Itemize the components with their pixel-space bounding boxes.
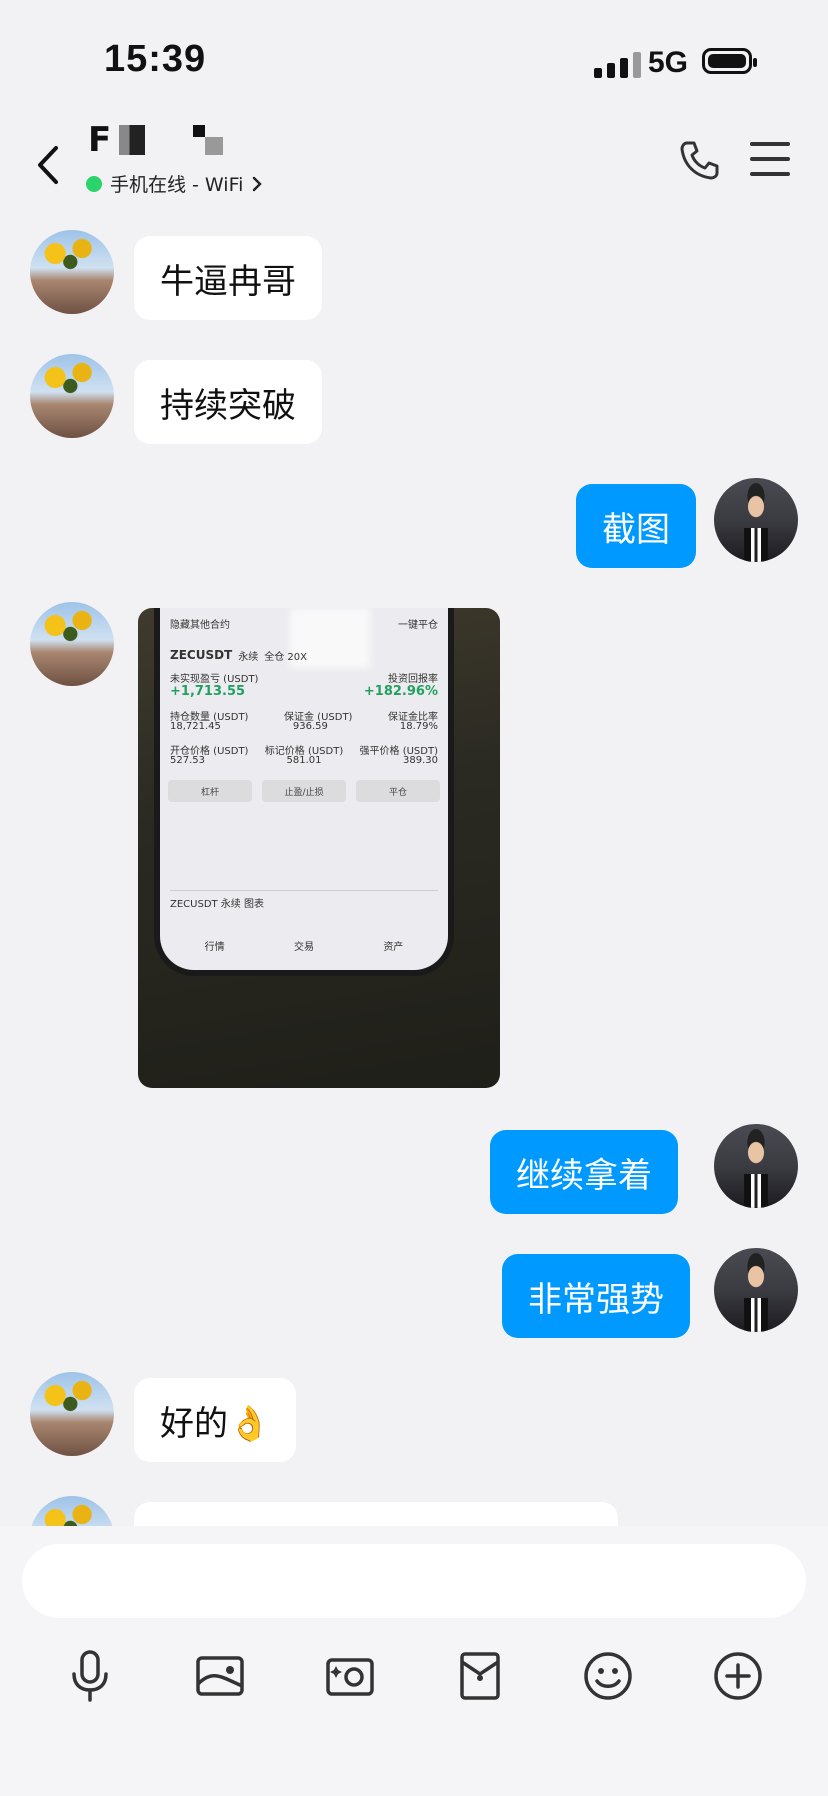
avatar[interactable]	[30, 1372, 114, 1456]
screenshot-text: 隐藏其他合约	[170, 620, 230, 631]
network-type: 5G	[648, 46, 689, 79]
screenshot-text: 未实现盈亏 (USDT)	[170, 674, 259, 685]
emoji-icon[interactable]	[578, 1646, 638, 1706]
camera-icon[interactable]	[320, 1646, 380, 1706]
message-list[interactable]: 牛逼冉哥 持续突破 截图 隐藏其他合约 一键平仓 ZECUSDT 永续 全仓 2…	[0, 206, 828, 1526]
message-bubble-incoming[interactable]: 好的👌	[134, 1378, 297, 1462]
microphone-icon[interactable]	[60, 1646, 120, 1706]
screenshot-text: 一键平仓	[398, 620, 438, 631]
plus-icon[interactable]	[708, 1646, 768, 1706]
screenshot-text: 936.59	[292, 721, 328, 732]
presence-text: 手机在线 - WiFi	[110, 174, 244, 196]
chat-header: F 手机在线 - WiFi	[0, 120, 828, 206]
contact-name-text: F	[88, 120, 112, 160]
screenshot-text: 527.53	[170, 755, 205, 766]
red-packet-icon[interactable]	[450, 1646, 510, 1706]
avatar[interactable]	[714, 478, 798, 562]
message-bubble-outgoing[interactable]: 继续拿着	[490, 1130, 678, 1214]
message-bubble-incoming[interactable]: 持续突破	[134, 360, 322, 444]
screenshot-text: +182.96%	[363, 684, 438, 699]
avatar[interactable]	[30, 1496, 114, 1526]
message-bubble-outgoing[interactable]: 非常强势	[502, 1254, 690, 1338]
menu-icon[interactable]	[750, 142, 790, 178]
screenshot-button: 杠杆	[168, 780, 252, 802]
screenshot-phone-screen: 隐藏其他合约 一键平仓 ZECUSDT 永续 全仓 20X 未实现盈亏 (USD…	[154, 608, 454, 976]
battery-icon	[702, 48, 757, 74]
screenshot-text: 389.30	[403, 755, 438, 766]
avatar[interactable]	[714, 1248, 798, 1332]
screenshot-text: 投资回报率	[388, 674, 438, 685]
message-bubble-incoming[interactable]: 牛逼冉哥	[134, 236, 322, 320]
screenshot-text: 全仓 20X	[264, 652, 308, 663]
chevron-right-icon	[253, 176, 263, 191]
status-time: 15:39	[104, 38, 207, 80]
screenshot-text: ZECUSDT 永续 图表	[170, 899, 264, 910]
avatar[interactable]	[30, 354, 114, 438]
status-bar: 15:39 5G	[0, 0, 828, 120]
contact-name[interactable]: F	[88, 120, 224, 160]
redacted-name-block	[119, 125, 146, 155]
signal-icon	[594, 48, 641, 78]
screenshot-text: 18,721.45	[170, 721, 221, 732]
screenshot-text: 永续	[238, 652, 259, 663]
screenshot-button: 止盈/止损	[262, 780, 346, 802]
image-message[interactable]: 隐藏其他合约 一键平仓 ZECUSDT 永续 全仓 20X 未实现盈亏 (USD…	[138, 608, 500, 1088]
online-dot-icon	[86, 175, 102, 192]
phone-call-icon[interactable]	[678, 138, 722, 182]
avatar[interactable]	[30, 602, 114, 686]
back-arrow-icon[interactable]	[30, 142, 70, 188]
screenshot-text: 行情	[204, 942, 225, 953]
screenshot-text: 资产	[383, 942, 404, 953]
message-input[interactable]	[22, 1544, 806, 1618]
toolbar	[0, 1646, 828, 1726]
screenshot-text: 18.79%	[399, 721, 438, 732]
screenshot-button: 平仓	[356, 780, 440, 802]
input-bar	[0, 1526, 828, 1796]
screenshot-text: +1,713.55	[170, 684, 246, 699]
screenshot-text: 581.01	[286, 755, 322, 766]
screenshot-text: 交易	[293, 942, 314, 953]
message-bubble-outgoing[interactable]: 截图	[576, 484, 696, 568]
redacted-name-block	[193, 125, 224, 155]
screenshot-text: ZECUSDT	[170, 648, 233, 662]
message-bubble-incoming[interactable]	[134, 1502, 618, 1526]
avatar[interactable]	[30, 230, 114, 314]
photo-icon[interactable]	[190, 1646, 250, 1706]
presence-status[interactable]: 手机在线 - WiFi	[86, 170, 263, 197]
avatar[interactable]	[714, 1124, 798, 1208]
